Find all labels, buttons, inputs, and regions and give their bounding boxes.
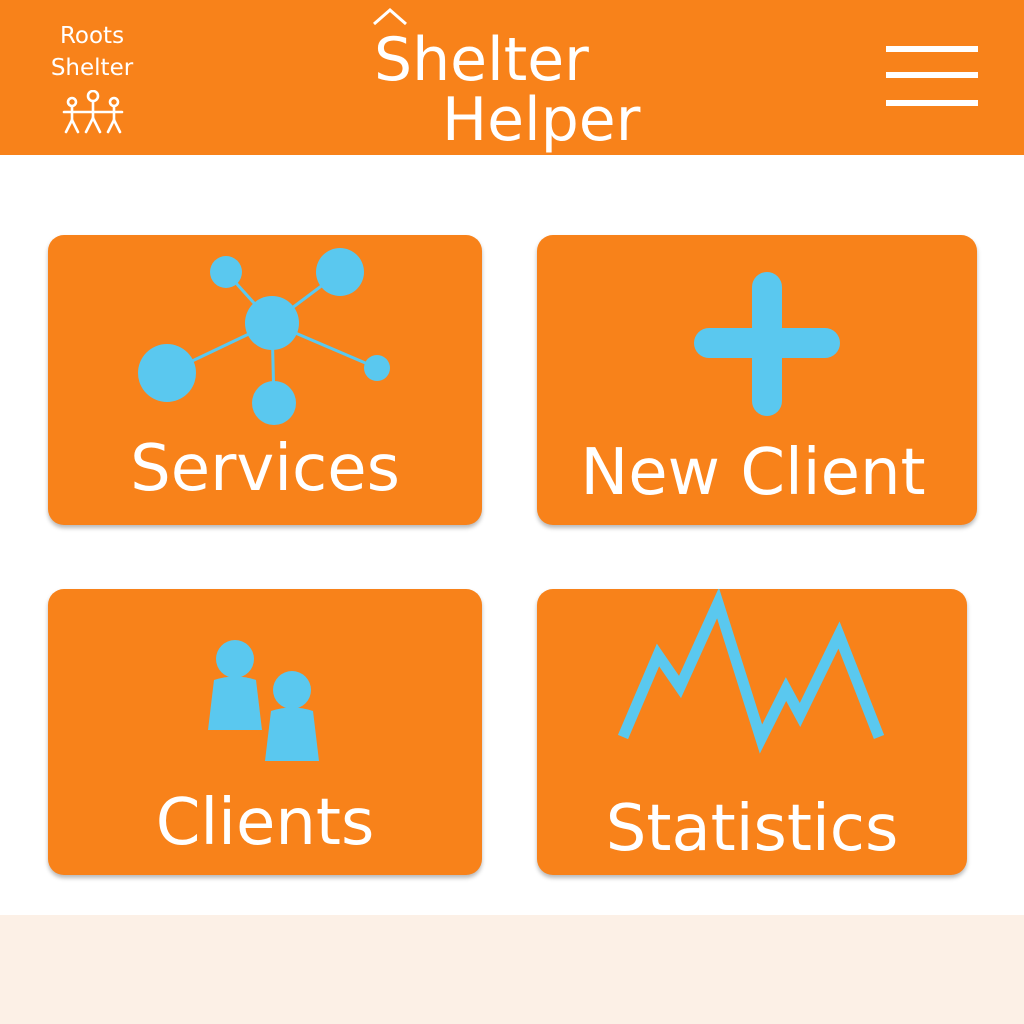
new-client-tile-button[interactable]: New Client — [537, 235, 977, 525]
services-tile-button[interactable]: Services — [48, 235, 482, 525]
org-logo: Roots Shelter — [42, 20, 142, 136]
menu-bar — [886, 100, 978, 106]
footer-area — [0, 915, 1024, 1024]
menu-bar — [886, 72, 978, 78]
family-figures-icon — [62, 90, 124, 134]
org-name-line2: Shelter — [50, 55, 134, 81]
clients-label: Clients — [155, 786, 375, 860]
hamburger-menu-icon[interactable] — [882, 44, 982, 110]
statistics-label: Statistics — [605, 792, 899, 866]
statistics-tile-button[interactable]: Statistics — [537, 589, 967, 875]
services-label: Services — [130, 432, 400, 506]
menu-bar — [886, 46, 978, 52]
new-client-label: New Client — [580, 436, 926, 510]
clients-tile-button[interactable]: Clients — [48, 589, 482, 875]
app-title: Shelter Helper — [360, 4, 660, 155]
app-header: Roots Shelter Shelter Helper — [0, 0, 1024, 155]
org-name-line1: Roots — [59, 23, 125, 49]
app-title-line2: Helper — [442, 85, 641, 155]
